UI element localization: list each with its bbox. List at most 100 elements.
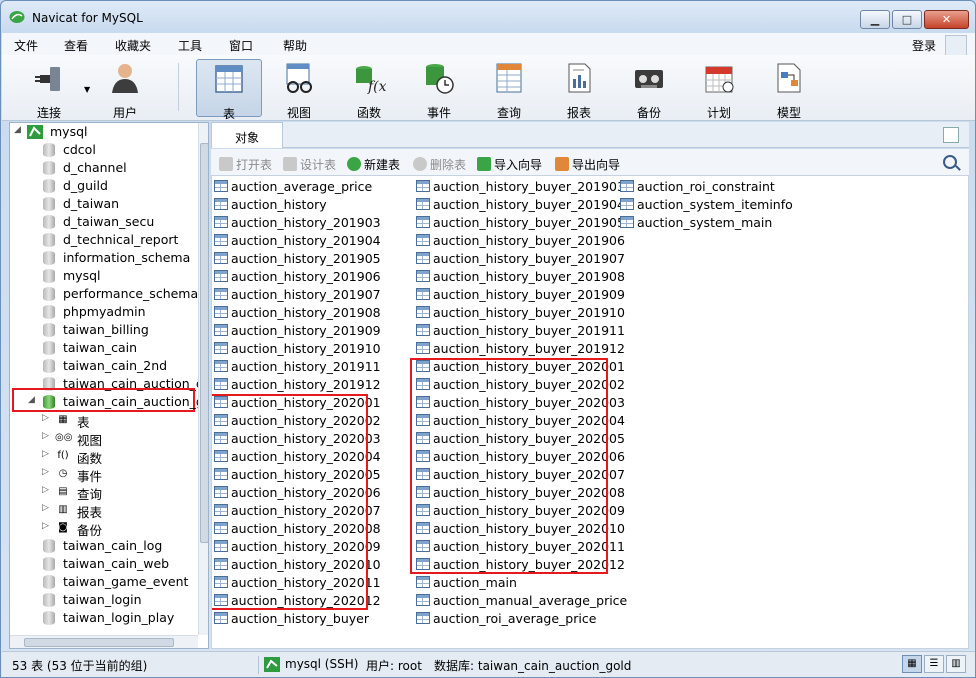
- list-view-button[interactable]: ▦: [902, 655, 922, 673]
- tree-db-item[interactable]: taiwan_game_event: [10, 573, 200, 591]
- tree-sub-item[interactable]: ▷ ▥ 报表: [10, 501, 200, 520]
- account-avatar-icon[interactable]: [945, 35, 967, 57]
- table-list-item[interactable]: auction_roi_average_price: [416, 611, 596, 629]
- tree-db-item[interactable]: d_taiwan_secu: [10, 213, 200, 231]
- table-list-item[interactable]: auction_history_201905: [214, 251, 381, 269]
- toolbar-schedule-button[interactable]: 计划: [686, 59, 752, 120]
- table-list-item[interactable]: auction_history: [214, 197, 327, 215]
- table-list-item[interactable]: auction_history_201908: [214, 305, 381, 323]
- tree-db-item[interactable]: d_guild: [10, 177, 200, 195]
- tree-db-selected[interactable]: ◢ taiwan_cain_auction_gold: [10, 393, 208, 411]
- table-list-item[interactable]: auction_history_buyer_201907: [416, 251, 625, 269]
- expand-triangle-icon[interactable]: ▷: [42, 521, 49, 531]
- tree-db-item[interactable]: taiwan_cain_2nd: [10, 357, 200, 375]
- chevron-down-icon[interactable]: ▼: [84, 85, 90, 94]
- toolbar-function-button[interactable]: f(x) 函数: [336, 59, 402, 120]
- tree-sub-item[interactable]: ▷ ◙ 备份: [10, 519, 200, 538]
- tree-sub-item[interactable]: ▷ f() 函数: [10, 447, 200, 466]
- tree-vertical-scrollbar[interactable]: [198, 123, 208, 635]
- toolbar-connect-button[interactable]: 连接: [16, 59, 82, 120]
- table-list-item[interactable]: auction_history_buyer_201909: [416, 287, 625, 305]
- tree-db-item[interactable]: taiwan_cain_web: [10, 555, 200, 573]
- toolbar-model-button[interactable]: 模型: [756, 59, 822, 120]
- table-list-item[interactable]: auction_history_201903: [214, 215, 381, 233]
- tree-db-item[interactable]: cdcol: [10, 141, 200, 159]
- menu-view[interactable]: 查看: [64, 37, 88, 54]
- expand-triangle-icon[interactable]: ▷: [42, 485, 49, 495]
- icon-view-button[interactable]: ▥: [946, 655, 966, 673]
- design-table-button[interactable]: 设计表: [283, 156, 336, 173]
- table-list-item[interactable]: auction_history_201906: [214, 269, 381, 287]
- tree-db-item[interactable]: taiwan_login_play: [10, 609, 200, 627]
- tree-db-item[interactable]: d_channel: [10, 159, 200, 177]
- table-list-item[interactable]: auction_history_buyer_201911: [416, 323, 625, 341]
- table-list-item[interactable]: auction_history_201904: [214, 233, 381, 251]
- menu-file[interactable]: 文件: [14, 37, 38, 54]
- table-list-item[interactable]: auction_average_price: [214, 179, 372, 197]
- table-list-item[interactable]: auction_manual_average_price: [416, 593, 627, 611]
- table-list-item[interactable]: auction_history_buyer_201905: [416, 215, 625, 233]
- scrollbar-thumb[interactable]: [200, 143, 208, 543]
- table-list-item[interactable]: auction_system_iteminfo: [620, 197, 793, 215]
- table-list-item[interactable]: auction_history_buyer_201906: [416, 233, 625, 251]
- table-list-item[interactable]: auction_history_201912: [214, 377, 381, 395]
- table-list-item[interactable]: auction_main: [416, 575, 517, 593]
- tree-connection-mysql[interactable]: ◢ mysql: [10, 123, 200, 141]
- table-list-item[interactable]: auction_history_201911: [214, 359, 381, 377]
- table-list-item[interactable]: auction_history_buyer: [214, 611, 369, 629]
- detail-view-button[interactable]: ☰: [924, 655, 944, 673]
- delete-table-button[interactable]: 删除表: [413, 156, 466, 173]
- expand-triangle-icon[interactable]: ▷: [42, 449, 49, 459]
- tree-db-item[interactable]: d_taiwan: [10, 195, 200, 213]
- expand-triangle-icon[interactable]: ▷: [42, 467, 49, 477]
- expand-triangle-icon[interactable]: ◢: [14, 125, 21, 135]
- minimize-button[interactable]: ▁: [860, 10, 890, 29]
- menu-tools[interactable]: 工具: [178, 37, 202, 54]
- expand-triangle-icon[interactable]: ▷: [42, 413, 49, 423]
- tree-sub-item[interactable]: ▷ ◎◎ 视图: [10, 429, 200, 448]
- tree-sub-item[interactable]: ▷ ◷ 事件: [10, 465, 200, 484]
- toolbar-query-button[interactable]: 查询: [476, 59, 542, 120]
- login-link[interactable]: 登录: [912, 37, 936, 54]
- new-table-button[interactable]: 新建表: [347, 156, 400, 173]
- menu-window[interactable]: 窗口: [229, 37, 253, 54]
- tree-db-item[interactable]: mysql: [10, 267, 200, 285]
- tree-db-item[interactable]: taiwan_cain_log: [10, 537, 200, 555]
- table-list-item[interactable]: auction_system_main: [620, 215, 772, 233]
- maximize-button[interactable]: □: [892, 10, 922, 29]
- new-tab-icon[interactable]: [943, 127, 959, 143]
- expand-triangle-icon[interactable]: ▷: [42, 503, 49, 513]
- table-list-item[interactable]: auction_history_201909: [214, 323, 381, 341]
- tree-db-item[interactable]: d_technical_report: [10, 231, 200, 249]
- tree-horizontal-scrollbar[interactable]: [10, 635, 198, 648]
- tree-db-item[interactable]: taiwan_cain: [10, 339, 200, 357]
- tree-sub-item[interactable]: ▷ ▤ 查询: [10, 483, 200, 502]
- toolbar-backup-button[interactable]: 备份: [616, 59, 682, 120]
- table-list-item[interactable]: auction_history_201907: [214, 287, 381, 305]
- expand-triangle-icon[interactable]: ▷: [42, 431, 49, 441]
- table-list-item[interactable]: auction_history_201910: [214, 341, 381, 359]
- open-table-button[interactable]: 打开表: [219, 156, 272, 173]
- toolbar-event-button[interactable]: 事件: [406, 59, 472, 120]
- table-list-item[interactable]: auction_history_buyer_201910: [416, 305, 625, 323]
- toolbar-user-button[interactable]: 用户: [92, 59, 158, 120]
- search-icon[interactable]: [943, 155, 957, 169]
- tree-db-item[interactable]: taiwan_login: [10, 591, 200, 609]
- tree-db-item[interactable]: taiwan_billing: [10, 321, 200, 339]
- toolbar-table-button[interactable]: 表: [196, 59, 262, 121]
- tree-db-item[interactable]: performance_schema: [10, 285, 200, 303]
- toolbar-report-button[interactable]: 报表: [546, 59, 612, 120]
- table-list-item[interactable]: auction_history_buyer_201912: [416, 341, 625, 359]
- scrollbar-thumb[interactable]: [24, 638, 174, 647]
- table-list-item[interactable]: auction_history_buyer_201903: [416, 179, 625, 197]
- close-button[interactable]: ✕: [924, 10, 969, 29]
- tree-sub-item[interactable]: ▷ ▦ 表: [10, 411, 200, 430]
- navigation-tree[interactable]: ◢ mysql cdcol d_channel d_guild d_taiwan d_t…: [9, 122, 209, 649]
- tab-objects[interactable]: 对象: [211, 122, 283, 148]
- menu-favorites[interactable]: 收藏夹: [115, 37, 151, 54]
- export-wizard-button[interactable]: 导出向导: [555, 156, 620, 173]
- table-list-item[interactable]: auction_history_buyer_201904: [416, 197, 625, 215]
- expand-triangle-icon[interactable]: ◢: [28, 395, 35, 405]
- table-list-item[interactable]: auction_roi_constraint: [620, 179, 775, 197]
- table-object-list[interactable]: auction_average_price auction_history auct…: [211, 175, 969, 649]
